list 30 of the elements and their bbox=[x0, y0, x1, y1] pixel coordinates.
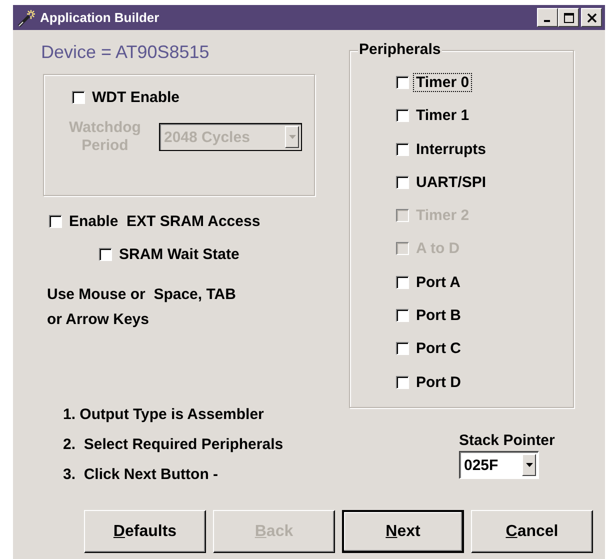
checkbox-option[interactable]: Timer 0 bbox=[396, 73, 573, 92]
checkbox-option[interactable]: UART/SPI bbox=[396, 172, 573, 192]
window-title: Application Builder bbox=[40, 10, 160, 25]
maximize-icon bbox=[564, 12, 574, 22]
group-title: Peripherals bbox=[358, 41, 442, 58]
step-text: 1. Output Type is Assembler bbox=[63, 405, 265, 425]
checkbox-option[interactable]: Enable EXT SRAM Access bbox=[49, 212, 264, 231]
close-button[interactable] bbox=[581, 8, 602, 27]
checkbox-option[interactable]: Port B bbox=[396, 306, 573, 326]
dialog-button[interactable]: Next bbox=[342, 510, 464, 553]
minimize-icon bbox=[544, 20, 550, 22]
minimize-button[interactable] bbox=[537, 8, 558, 27]
close-icon bbox=[586, 12, 596, 22]
maximize-button[interactable] bbox=[558, 8, 579, 27]
stack-pointer-dropdown[interactable]: 025F bbox=[459, 451, 539, 479]
instruction-text: Use Mouse or Space, TAB or Arrow Keys bbox=[47, 285, 237, 330]
checkbox-option[interactable]: Timer 1 bbox=[396, 106, 573, 126]
step-text: 3. Click Next Button - bbox=[63, 465, 220, 485]
dialog-button[interactable]: Defaults bbox=[84, 510, 206, 553]
dialog-button[interactable]: Cancel bbox=[471, 510, 593, 553]
magic-wand-icon bbox=[17, 8, 37, 26]
checkbox-option[interactable]: Port A bbox=[396, 272, 573, 292]
checkbox-option[interactable]: Port C bbox=[396, 339, 573, 358]
checkbox-option[interactable]: Interrupts bbox=[396, 140, 573, 159]
device-label: Device = AT90S8515 bbox=[41, 42, 210, 64]
checkbox-option[interactable]: WDT Enable bbox=[72, 88, 183, 107]
checkbox-option[interactable]: Port D bbox=[396, 372, 573, 392]
checkbox-option[interactable]: SRAM Wait State bbox=[99, 245, 242, 264]
stack-pointer-label: Stack Pointer bbox=[459, 432, 556, 449]
step-text: 2. Select Required Peripherals bbox=[63, 435, 284, 455]
